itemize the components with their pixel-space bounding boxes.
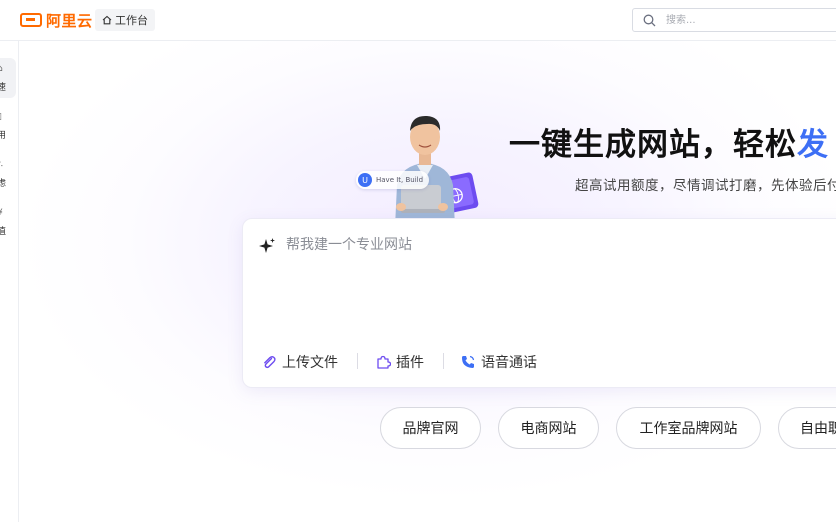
search-icon [643,14,656,26]
plugin-label: 插件 [396,355,424,371]
prompt-card: 上传文件 插件 语音通话 [242,218,836,388]
person-illustration [395,115,479,227]
template-chip-label: 品牌官网 [402,421,459,437]
sidebar-item-icon: ▯ [0,112,2,122]
hero-subtitle: 超高试用额度，尽情调试打磨，先体验后付 [575,178,836,194]
template-chip-studio[interactable]: 工作室品牌网站 [616,407,761,449]
tool-divider [357,353,358,369]
sidebar-item-icon: ⌂ [0,64,3,74]
sidebar-item-value[interactable]: ¥ 值 [0,202,16,242]
paperclip-icon [264,356,276,369]
hero-title-highlight: 发 [797,127,829,163]
phone-icon [462,355,475,368]
home-icon [102,15,112,25]
voice-call-button[interactable]: 语音通话 [460,352,537,372]
build-badge: U Have It, Build [356,171,430,189]
plugin-button[interactable]: 插件 [375,352,424,372]
workbench-label: 工作台 [115,14,148,27]
left-sidebar: ⌂ 速 ▯ 用 ∴ 虑 ¥ 值 [0,41,19,522]
hero-title: 一键生成网站，轻松发 [509,119,829,164]
workbench-button[interactable]: 工作台 [95,9,155,31]
hero-title-main: 一键生成网站，轻松 [509,127,797,163]
tool-divider [443,353,444,369]
voice-call-label: 语音通话 [481,355,537,371]
sidebar-item-quick[interactable]: ⌂ 速 [0,58,16,98]
search-box[interactable] [632,8,836,32]
logo-mark-icon [20,13,42,27]
sidebar-item-label: 速 [0,83,7,93]
puzzle-icon [377,355,391,369]
sidebar-item-icon: ¥ [0,208,3,218]
build-badge-text: Have It, Build [376,176,424,184]
template-chip-brand-site[interactable]: 品牌官网 [380,407,481,449]
template-chip-label: 自由职 [800,421,836,437]
sidebar-item-consider[interactable]: ∴ 虑 [0,154,16,194]
upload-file-label: 上传文件 [282,355,338,371]
search-input[interactable] [664,13,818,27]
sidebar-item-label: 用 [0,131,7,141]
logo-text: 阿里云 [46,11,93,30]
template-chip-label: 工作室品牌网站 [639,421,738,437]
sidebar-item-usage[interactable]: ▯ 用 [0,106,16,146]
sidebar-item-label: 值 [0,227,7,237]
upload-file-button[interactable]: 上传文件 [261,352,338,372]
prompt-input[interactable] [284,236,788,254]
template-chip-label: 电商网站 [520,421,577,437]
template-chip-freelance[interactable]: 自由职 [778,407,836,449]
sidebar-item-icon: ∴ [0,160,3,170]
u-logo-icon: U [358,173,372,187]
sparkle-icon [259,238,275,253]
aliyun-logo[interactable]: 阿里云 [20,10,93,30]
main-content: U Have It, Build 一键生成网站，轻松发 超高试用额度，尽情调试打… [19,41,836,522]
top-navbar: 阿里云 工作台 [0,0,836,41]
sidebar-item-label: 虑 [0,179,7,189]
template-chip-ecommerce[interactable]: 电商网站 [498,407,599,449]
